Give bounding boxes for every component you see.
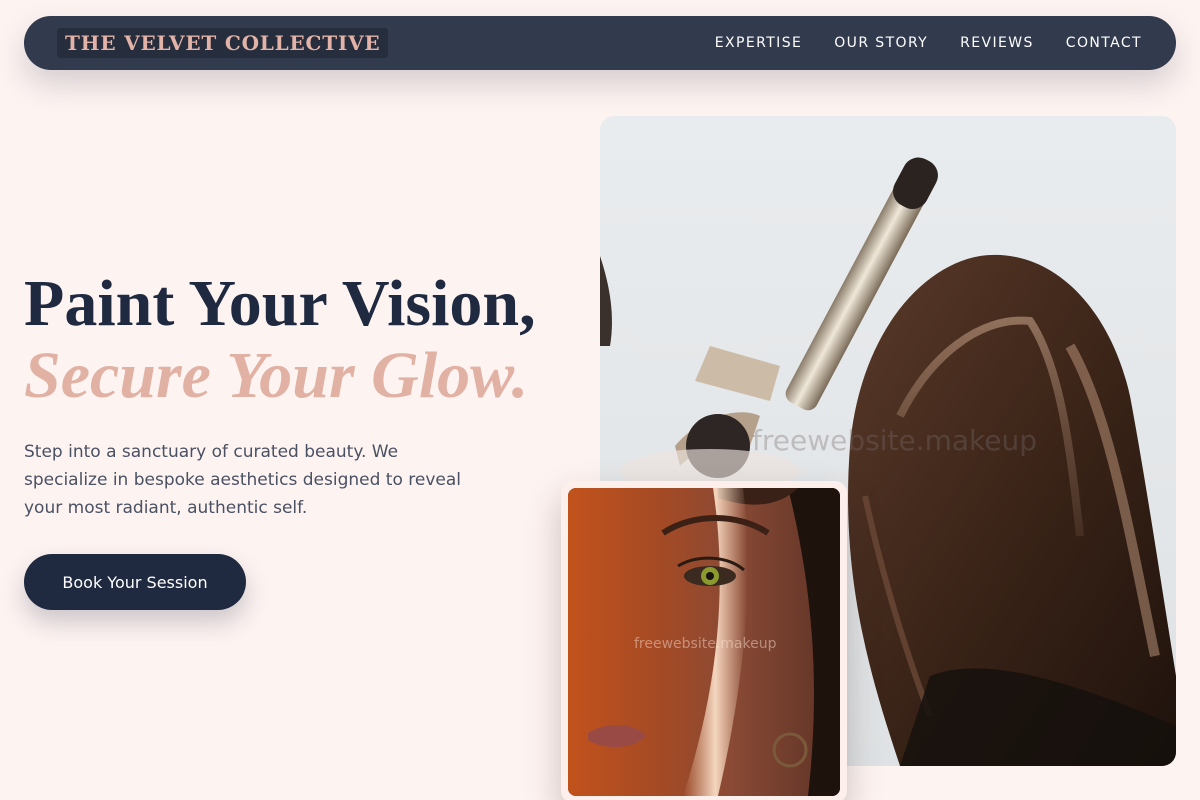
nav-link-reviews[interactable]: REVIEWS [960, 35, 1034, 51]
book-session-button[interactable]: Book Your Session [24, 554, 246, 610]
hero-intro: Step into a sanctuary of curated beauty.… [24, 442, 462, 518]
nav-link-contact[interactable]: CONTACT [1066, 35, 1142, 51]
page: THE VELVET COLLECTIVE EXPERTISE OUR STOR… [0, 0, 1200, 800]
brand-logo[interactable]: THE VELVET COLLECTIVE [57, 28, 389, 58]
portrait-illustration [568, 488, 840, 796]
hero-headline: Paint Your Vision, Secure Your Glow. [24, 268, 536, 412]
top-nav: THE VELVET COLLECTIVE EXPERTISE OUR STOR… [24, 16, 1176, 70]
nav-links: EXPERTISE OUR STORY REVIEWS CONTACT [715, 35, 1142, 51]
nav-link-our-story[interactable]: OUR STORY [834, 35, 928, 51]
portrait-image [568, 488, 840, 796]
headline-line-2: Secure Your Glow. [24, 339, 529, 412]
nav-link-expertise[interactable]: EXPERTISE [715, 35, 802, 51]
portrait-card [561, 481, 847, 800]
headline-line-1: Paint Your Vision, [24, 267, 536, 340]
